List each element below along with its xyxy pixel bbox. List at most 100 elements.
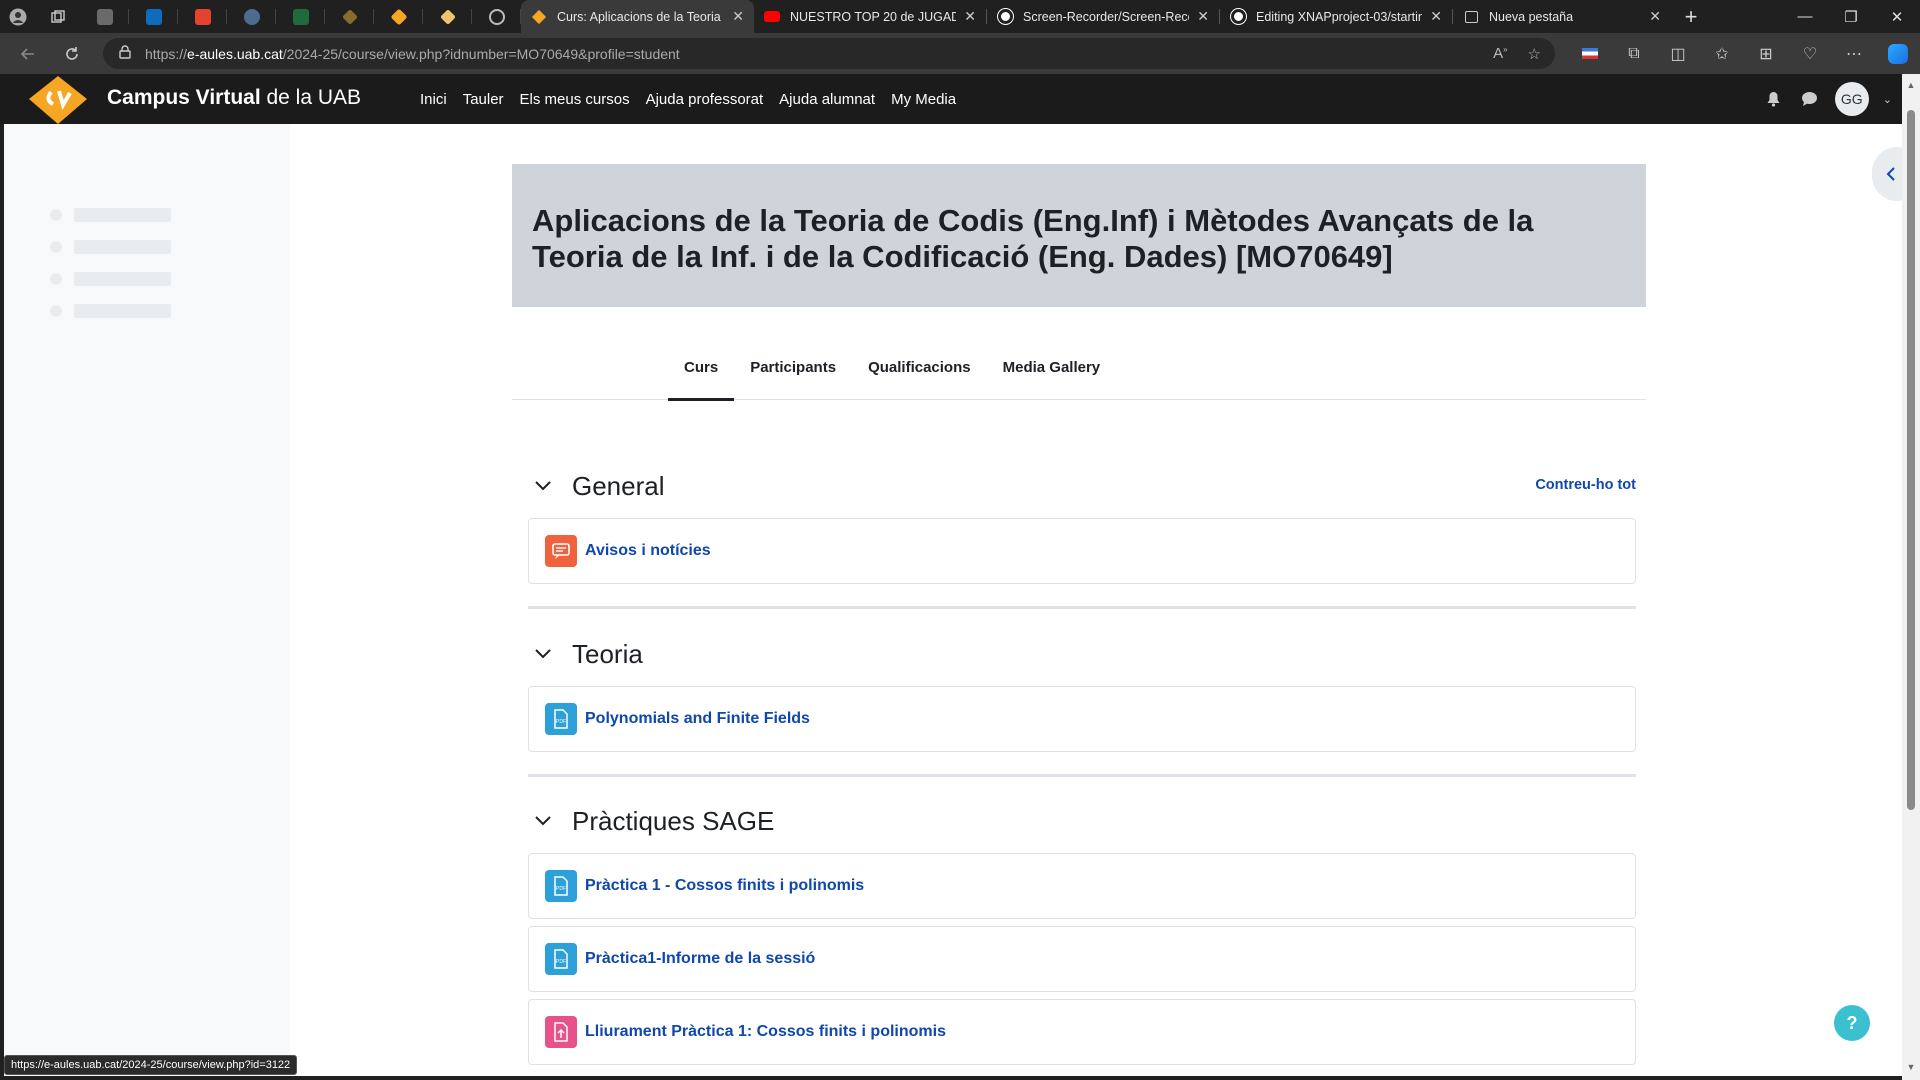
primary-navigation: Inici Tauler Els meus cursos Ajuda profe… [412,74,964,124]
svg-text:PDF: PDF [556,959,566,965]
new-tab-page-icon [1463,9,1479,25]
section-divider [528,774,1636,777]
collections-icon[interactable]: ⊞ [1744,33,1788,74]
tab-title: Editing XNAPproject-03/starting [1256,9,1423,24]
extensions-icon[interactable]: ⧉ [1612,33,1656,74]
pinned-tab-chatgpt[interactable] [472,0,521,33]
favorites-icon[interactable]: ✩ [1700,33,1744,74]
close-window-icon[interactable]: ✕ [1874,0,1920,33]
activity-link[interactable]: Lliurament Pràctica 1: Cossos finits i p… [585,1023,946,1041]
omnibox-actions: A» ☆ [1493,38,1541,69]
tab-youtube[interactable]: NUESTRO TOP 20 de JUGADORE ✕ [754,0,986,33]
placeholder-row [50,272,171,286]
tab-title: Screen-Recorder/Screen-Record [1023,9,1190,24]
nav-els-meus-cursos[interactable]: Els meus cursos [512,91,638,108]
read-aloud-icon[interactable]: A» [1493,45,1507,62]
pinned-tab-todoist[interactable] [178,0,227,33]
activity-link[interactable]: Pràctica1-Informe de la sessió [585,950,815,968]
reload-button[interactable] [50,33,94,74]
nav-ajuda-professorat[interactable]: Ajuda professorat [638,91,772,108]
activity-link[interactable]: Polynomials and Finite Fields [585,710,810,728]
section-title[interactable]: General [572,471,665,502]
more-options-icon[interactable]: ⋯ [1832,33,1876,74]
tab-github-recorder[interactable]: Screen-Recorder/Screen-Record ✕ [987,0,1219,33]
pinned-tab-uab[interactable] [276,0,325,33]
section-header: Pràctiques SAGE [528,801,1636,841]
minimize-icon[interactable]: — [1782,0,1828,33]
placeholder-row [50,304,171,318]
section-header: Teoria [528,634,1636,674]
close-tab-icon[interactable]: ✕ [732,8,744,25]
activity-link[interactable]: Pràctica 1 - Cossos finits i polinomis [585,877,864,895]
tab-github-editing[interactable]: Editing XNAPproject-03/starting ✕ [1220,0,1452,33]
pinned-tab-moodle-1[interactable] [325,0,374,33]
tab-new[interactable]: Nueva pestaña ✕ [1453,0,1671,33]
section-title[interactable]: Teoria [572,639,643,670]
back-button[interactable] [6,33,50,74]
svg-text:PDF: PDF [556,719,566,725]
back-arrow-icon [20,47,34,60]
section-title[interactable]: Pràctiques SAGE [572,806,774,837]
site-brand[interactable]: Campus Virtual de la UAB [107,86,361,110]
chevron-down-icon[interactable]: ⌄ [1883,93,1892,106]
placeholder-dot [50,209,62,221]
pinned-tab-1[interactable] [80,0,129,33]
campus-virtual-logo-icon[interactable] [23,74,93,124]
pinned-tab-4[interactable] [227,0,276,33]
nav-tauler[interactable]: Tauler [455,91,512,108]
assignment-upload-icon [545,1016,577,1048]
pdf-file-icon: PDF [545,703,577,735]
nav-my-media[interactable]: My Media [883,91,964,108]
scroll-down-icon[interactable]: ▼ [1906,1062,1916,1072]
split-screen-icon[interactable]: ◫ [1656,33,1700,74]
url-host: e-aules.uab.cat [187,45,283,62]
workspaces-icon[interactable] [36,0,80,33]
chevron-down-icon[interactable] [528,471,558,501]
scroll-thumb[interactable] [1907,110,1915,810]
activity-link[interactable]: Avisos i notícies [585,542,711,560]
tab-media-gallery[interactable]: Media Gallery [987,334,1117,400]
pinned-tab-moodle-2[interactable] [374,0,423,33]
messages-icon[interactable] [1799,88,1821,110]
section-divider [528,606,1636,609]
nav-inici[interactable]: Inici [412,91,455,108]
section-general: General Contreu-ho tot Avisos i notícies [528,466,1636,591]
close-tab-icon[interactable]: ✕ [1197,8,1209,25]
copilot-icon[interactable] [1876,33,1920,74]
tab-qualificacions[interactable]: Qualificacions [852,334,987,400]
flag-extension-icon[interactable] [1568,33,1612,74]
pinned-tab-moodle-3[interactable] [423,0,472,33]
section-header: General Contreu-ho tot [528,466,1636,506]
address-bar[interactable]: https://e-aules.uab.cat/2024-25/course/v… [103,38,1555,69]
restore-icon[interactable]: ❐ [1828,0,1874,33]
tab-course[interactable]: Curs: Aplicacions de la Teoria de ✕ [521,0,754,33]
chevron-down-icon[interactable] [528,639,558,669]
new-tab-button[interactable]: + [1671,4,1711,30]
pinned-favicon-icon [96,8,113,25]
page-scrollbar[interactable]: ▲ ▼ [1902,74,1920,1080]
chevron-left-icon [1886,167,1895,181]
nav-ajuda-alumnat[interactable]: Ajuda alumnat [771,91,883,108]
course-index-drawer [4,124,290,1076]
profile-icon[interactable] [0,0,36,33]
close-tab-icon[interactable]: ✕ [964,8,976,25]
notifications-bell-icon[interactable] [1763,88,1785,110]
tab-participants[interactable]: Participants [734,334,852,400]
placeholder-bar [74,208,171,222]
tab-title: Curs: Aplicacions de la Teoria de [557,9,725,24]
favorite-star-icon[interactable]: ☆ [1528,45,1541,63]
open-block-drawer-button[interactable] [1872,147,1902,201]
close-tab-icon[interactable]: ✕ [1649,8,1661,25]
pinned-tab-outlook[interactable] [129,0,178,33]
help-button[interactable]: ? [1834,1005,1870,1041]
close-tab-icon[interactable]: ✕ [1430,8,1442,25]
chevron-down-icon[interactable] [528,806,558,836]
lock-icon[interactable] [119,45,131,62]
tab-curs[interactable]: Curs [668,334,735,401]
avatar[interactable]: GG [1834,82,1869,116]
browser-essentials-icon[interactable]: ♡ [1788,33,1832,74]
collapse-all-link[interactable]: Contreu-ho tot [1535,477,1636,493]
placeholder-dot [50,241,62,253]
scroll-up-icon[interactable]: ▲ [1906,80,1916,90]
placeholder-row [50,240,171,254]
